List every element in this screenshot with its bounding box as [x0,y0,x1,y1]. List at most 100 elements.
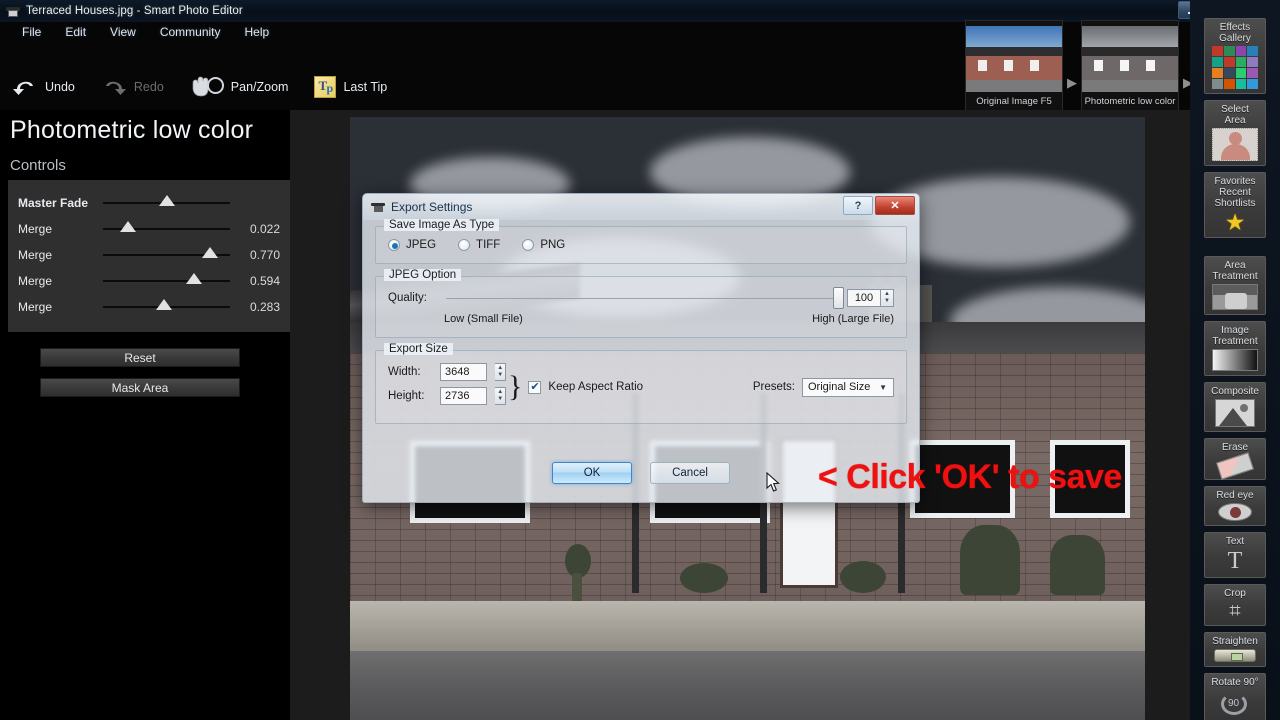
radio-dot-icon [458,239,471,251]
slider-merge-2[interactable]: Merge 0.770 [18,242,280,268]
sidebar-tile-select-area[interactable]: Select Area [1204,100,1266,166]
keep-aspect-ratio-checkbox[interactable]: Keep Aspect Ratio [528,380,644,394]
ok-button[interactable]: OK [552,462,632,484]
left-panel: Photometric low color Controls Master Fa… [0,110,290,720]
slider-thumb[interactable] [201,247,218,258]
reset-button[interactable]: Reset [40,348,240,367]
slider-thumb[interactable] [120,221,137,232]
app-icon [5,3,21,19]
dialog-help-button[interactable]: ? [843,196,873,215]
quality-spin-buttons[interactable]: ▲ ▼ [881,289,894,307]
menu-item-help[interactable]: Help [233,23,282,41]
composite-icon [1215,399,1255,427]
slider-track[interactable] [103,273,230,284]
menu-item-file[interactable]: File [10,23,53,41]
quality-label: Quality: [388,292,427,304]
slider-value: 0.022 [249,222,280,236]
tip-note-icon: Tp [314,76,337,98]
slider-track[interactable] [103,221,230,232]
spirit-level-icon [1214,649,1256,662]
panel-buttons: Reset Mask Area [0,348,290,397]
menu-item-view[interactable]: View [98,23,148,41]
radio-jpeg[interactable]: JPEG [388,239,436,251]
slider-track[interactable] [103,247,230,258]
spin-up-icon[interactable]: ▲ [884,291,890,298]
spin-up-icon[interactable]: ▲ [497,389,503,396]
height-stepper[interactable]: ▲ ▼ [495,387,506,405]
dialog-close-button[interactable]: ✕ [875,196,915,215]
spin-up-icon[interactable]: ▲ [497,365,503,372]
presets-dropdown[interactable]: Original Size ▼ [802,377,894,397]
slider-merge-3[interactable]: Merge 0.594 [18,268,280,294]
last-tip-button[interactable]: Tp Last Tip [314,76,387,98]
cancel-button[interactable]: Cancel [650,462,730,484]
annotation-text: < Click 'OK' to save [818,458,1122,496]
text-t-icon: T [1227,548,1243,574]
sidebar-tile-erase[interactable]: Erase [1204,438,1266,480]
menu-item-community[interactable]: Community [148,23,233,41]
pan-zoom-button[interactable]: Pan/Zoom [190,75,288,99]
spin-down-icon[interactable]: ▼ [497,396,503,403]
radio-label: TIFF [476,239,501,251]
sidebar-tile-effects-gallery[interactable]: Effects Gallery [1204,18,1266,94]
menu-item-edit[interactable]: Edit [53,23,98,41]
quality-low-hint: Low (Small File) [444,313,523,325]
export-size-label: Export Size [384,343,453,355]
quality-slider-thumb[interactable] [833,286,844,309]
redo-button[interactable]: Redo [101,74,164,100]
slider-thumb[interactable] [158,195,175,206]
crop-icon: ⌗ [1229,600,1241,622]
sidebar-tile-favorites[interactable]: Favorites Recent Shortlists ★ [1204,172,1266,238]
slider-merge-1[interactable]: Merge 0.022 [18,216,280,242]
sidebar-tile-red-eye[interactable]: Red eye [1204,486,1266,526]
keep-aspect-ratio-label: Keep Aspect Ratio [548,381,644,393]
sidebar-tile-crop[interactable]: Crop ⌗ [1204,584,1266,626]
sidebar-tile-composite[interactable]: Composite [1204,382,1266,432]
mouse-cursor-icon [766,471,782,494]
slider-thumb[interactable] [155,299,172,310]
undo-arrow-icon [12,74,38,100]
slider-label: Master Fade [18,196,89,210]
radio-tiff[interactable]: TIFF [458,239,500,251]
undo-label: Undo [45,80,75,94]
slider-merge-4[interactable]: Merge 0.283 [18,294,280,320]
slider-master-fade[interactable]: Master Fade [18,190,280,216]
last-tip-label: Last Tip [343,80,388,94]
sidebar-tile-rotate-90[interactable]: Rotate 90° 90 [1204,673,1266,720]
height-input[interactable]: 2736 [440,387,488,405]
sidebar-tile-area-treatment[interactable]: Area Treatment [1204,256,1266,315]
slider-track[interactable] [103,299,230,310]
spin-down-icon[interactable]: ▼ [497,372,503,379]
tile-label: Recent [1219,187,1251,198]
slider-thumb[interactable] [186,273,203,284]
save-as-type-label: Save Image As Type [384,219,500,231]
mask-area-button[interactable]: Mask Area [40,378,240,397]
width-input[interactable]: 3648 [440,363,488,381]
window-title: Terraced Houses.jpg - Smart Photo Editor [26,5,243,17]
spin-down-icon[interactable]: ▼ [884,298,890,305]
radio-png[interactable]: PNG [522,239,565,251]
dialog-app-icon [371,200,385,214]
tile-label: Gallery [1219,33,1251,44]
jpeg-option-label: JPEG Option [384,269,462,281]
quality-stepper[interactable]: 100 ▲ ▼ [847,289,894,307]
slider-label: Merge [18,222,53,236]
export-settings-dialog[interactable]: Export Settings ? ✕ Save Image As Type J… [362,193,920,503]
undo-button[interactable]: Undo [12,74,75,100]
quality-slider[interactable] [446,286,844,309]
quality-value[interactable]: 100 [847,289,881,307]
slider-value: 0.770 [249,248,280,262]
sidebar-tile-text[interactable]: Text T [1204,532,1266,578]
sidebar-tile-image-treatment[interactable]: Image Treatment [1204,321,1266,376]
tile-label: Erase [1221,442,1249,453]
photo-garden-wall [350,601,1145,653]
dialog-title-buttons: ? ✕ [843,196,915,215]
width-stepper[interactable]: ▲ ▼ [495,363,506,381]
file-type-radios: JPEG TIFF PNG [388,239,894,251]
slider-label: Merge [18,300,53,314]
gradient-icon [1212,349,1258,371]
slider-track[interactable] [103,195,230,206]
person-silhouette-icon [1212,128,1258,161]
sidebar-tile-straighten[interactable]: Straighten [1204,632,1266,667]
controls-box: Master Fade Merge 0.022 Merge 0.770 Merg… [8,180,290,332]
